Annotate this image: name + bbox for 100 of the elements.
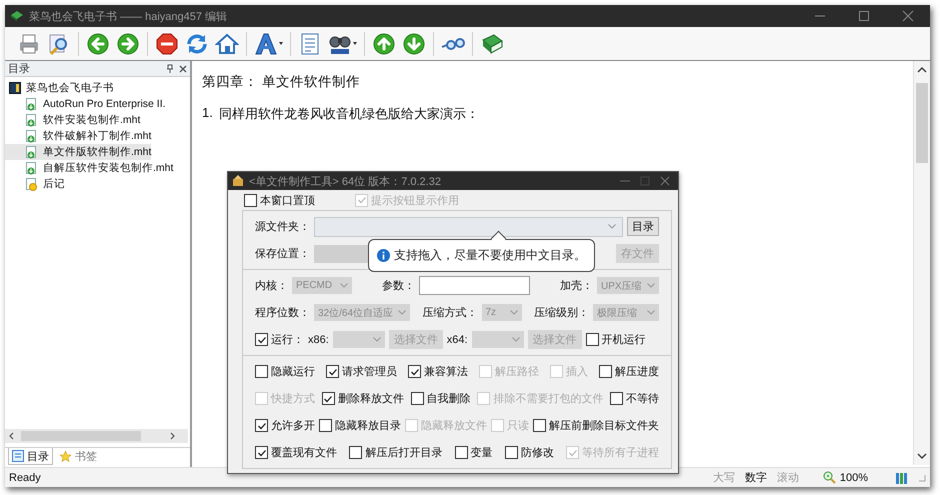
field-label: 参数：	[382, 279, 415, 293]
checkbox[interactable]	[244, 194, 257, 206]
checkbox-label: 开机运行	[602, 333, 646, 347]
note-icon	[25, 178, 38, 190]
checkbox[interactable]	[504, 446, 518, 459]
info-icon	[377, 249, 390, 262]
chapter-heading: 第四章： 单文件软件制作	[202, 73, 361, 91]
checkbox[interactable]	[322, 392, 335, 405]
checkbox-label: 快捷方式	[271, 392, 315, 406]
field-label: 加壳：	[560, 279, 593, 293]
checkbox-label: 运行：	[271, 333, 304, 347]
checkbox-label: 插入	[566, 365, 588, 379]
tree-item[interactable]: 自解压软件安装包制作.mht	[5, 160, 174, 176]
field-label: 源文件夹：	[255, 220, 310, 234]
checkbox-label: 隐藏释放目录	[335, 418, 401, 433]
vertical-scrollbar[interactable]	[913, 61, 930, 465]
field-label: x86:	[308, 334, 329, 346]
caret-icon	[279, 42, 283, 45]
key-indicator: 数字	[744, 470, 767, 485]
save-path-field[interactable]	[314, 244, 370, 262]
params-field[interactable]	[419, 276, 530, 295]
book-icon	[9, 82, 21, 94]
checkbox-label: 隐藏运行	[271, 364, 315, 379]
refresh-icon	[185, 32, 209, 56]
tree-item[interactable]: 菜鸟也会飞电子书	[5, 80, 114, 96]
checkbox-label: 请求管理员	[342, 365, 397, 379]
checkbox-label: 解压后打开目录	[365, 446, 442, 460]
field-label: 内核：	[255, 279, 288, 293]
field-label: x64:	[446, 334, 468, 346]
page-icon	[25, 146, 38, 158]
checkbox-label: 隐藏释放文件	[421, 418, 487, 433]
checkbox-label: 不等待	[626, 392, 659, 406]
checkbox[interactable]	[255, 333, 268, 346]
checkbox-label: 允许多开	[271, 419, 315, 433]
package-icon	[232, 175, 244, 187]
sidebar-tab[interactable]: 书签	[55, 448, 101, 465]
checkbox-label: 解压进度	[615, 364, 659, 379]
paragraph: 同样用软件龙卷风收音机绿色版给大家演示：	[218, 105, 479, 123]
chevron-icon[interactable]	[608, 224, 616, 229]
checkbox[interactable]	[408, 365, 421, 378]
checkbox[interactable]	[586, 333, 599, 346]
page-icon	[25, 130, 38, 142]
tree-item[interactable]: 软件安装包制作.mht	[5, 112, 140, 128]
list-number: 1.	[202, 105, 213, 122]
stop-sign-icon	[155, 32, 179, 56]
checkbox-label: 排除不需要打包的文件	[493, 392, 604, 406]
checkbox[interactable]	[349, 446, 362, 459]
zoom-icon[interactable]	[822, 471, 836, 484]
field-label: 压缩级别：	[534, 306, 589, 320]
checkbox-label: 只读	[507, 419, 529, 433]
contents-icon	[12, 450, 24, 462]
checkbox-label: 本窗口置顶	[260, 194, 315, 208]
tree-item[interactable]: 软件破解补丁制作.mht	[5, 128, 152, 144]
checkbox-label: 删除释放文件	[338, 392, 404, 406]
checkbox-label: 解压路径	[495, 365, 539, 379]
books-icon	[896, 472, 908, 484]
checkbox-label: 防修改	[520, 446, 554, 460]
zoom-level: 100%	[840, 472, 868, 484]
page-icon	[25, 162, 38, 174]
key-indicator: 滚动	[776, 470, 799, 485]
checkbox[interactable]	[533, 419, 546, 432]
checkbox[interactable]	[610, 392, 623, 405]
page-icon	[25, 98, 38, 110]
house-icon	[215, 32, 239, 56]
checkbox[interactable]	[255, 419, 268, 432]
star-icon	[59, 450, 72, 463]
checkbox[interactable]	[326, 365, 339, 378]
field-label: 程序位数：	[255, 306, 310, 320]
tooltip-text: 支持拖入，尽量不要使用中文目录。	[394, 247, 586, 264]
resize-grip-icon[interactable]	[918, 474, 926, 482]
tree-item[interactable]: 后记	[5, 176, 65, 192]
book-icon	[480, 32, 504, 56]
pin-icon[interactable]	[166, 64, 174, 73]
checkbox[interactable]	[255, 365, 268, 378]
tree-item[interactable]: AutoRun Pro Enterprise II.	[5, 96, 166, 112]
checkbox-label: 等待所有子进程	[582, 446, 659, 460]
checkbox[interactable]	[599, 365, 612, 378]
checkbox[interactable]	[255, 446, 268, 459]
pane-title: 目录	[8, 62, 31, 76]
field-label: 压缩方式：	[422, 306, 478, 320]
dialog-title: <单文件制作工具> 64位 版本：7.0.2.32	[249, 174, 441, 188]
checkbox-label: 解压前删除目标文件夹	[549, 418, 659, 433]
page-icon	[25, 114, 38, 126]
checkbox-label: 兼容算法	[424, 364, 468, 379]
sidebar-tab[interactable]: 目录	[8, 448, 53, 465]
tree-item[interactable]: 单文件版软件制作.mht	[5, 144, 152, 160]
font-icon	[254, 32, 278, 56]
checkbox[interactable]	[410, 392, 424, 405]
field-label: 保存位置：	[255, 247, 310, 261]
close-icon[interactable]	[179, 64, 187, 72]
close-icon[interactable]	[660, 176, 670, 186]
checkbox-label: 变量	[470, 446, 492, 460]
key-indicator: 大写	[712, 471, 735, 485]
checkbox-label: 提示按钮显示作用	[371, 194, 459, 208]
checkbox[interactable]	[319, 419, 332, 432]
folder-button[interactable]: 目录	[627, 217, 659, 236]
checkbox-label: 自我删除	[426, 392, 470, 406]
window-title: 菜鸟也会飞电子书 —— haiyang457 编辑	[29, 10, 228, 24]
checkbox-label: 覆盖现有文件	[271, 446, 337, 460]
checkbox[interactable]	[454, 446, 468, 459]
